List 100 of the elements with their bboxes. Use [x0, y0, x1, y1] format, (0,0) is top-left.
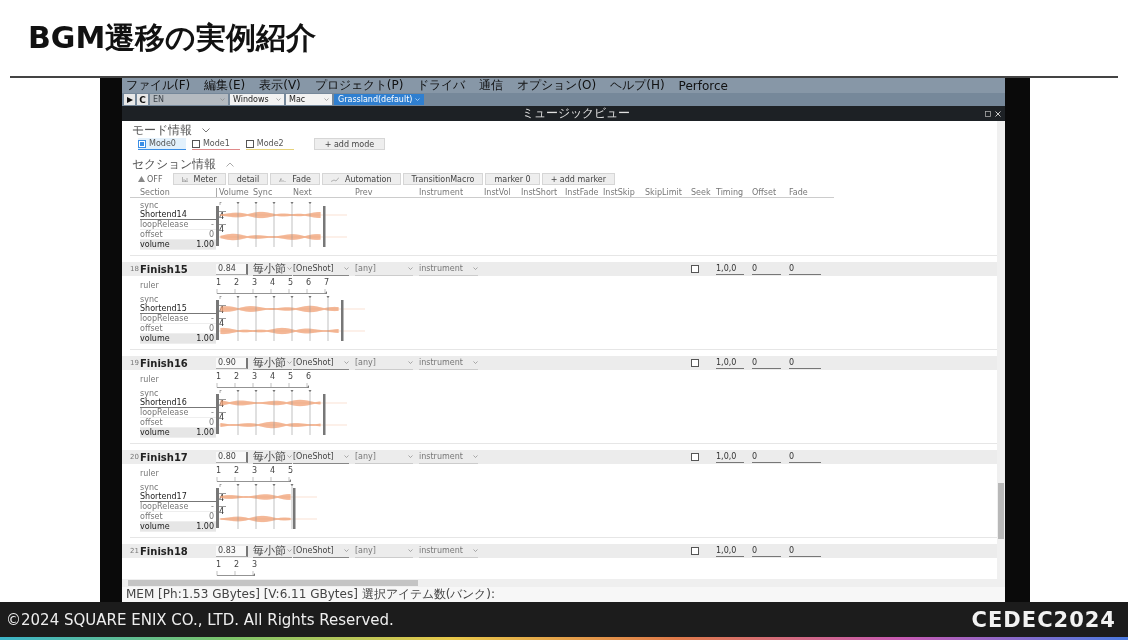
seek-checkbox[interactable] [691, 265, 699, 273]
offset-field[interactable]: 0 [752, 263, 781, 275]
ruler-number: 1 [216, 371, 223, 382]
meter-button[interactable]: Meter [172, 173, 226, 185]
caret-icon [287, 549, 292, 552]
prev-dropdown[interactable]: [any] [355, 262, 413, 276]
next-dropdown[interactable]: [OneShot] [293, 356, 349, 370]
volume-row[interactable]: volume 1.00 [140, 428, 216, 438]
instrument-dropdown[interactable]: instrument [419, 262, 478, 276]
ruler-number: 3 [252, 277, 259, 288]
play-icon [126, 96, 133, 103]
instrument-dropdown[interactable]: instrument [419, 450, 478, 464]
menu-item[interactable]: ドライバ [417, 78, 466, 94]
dropdown[interactable]: Windows [230, 94, 284, 105]
prev-dropdown[interactable]: [any] [355, 450, 413, 464]
menu-item[interactable]: 通信 [479, 78, 504, 94]
start-bar [216, 300, 219, 340]
next-dropdown[interactable]: [OneShot] [293, 544, 349, 558]
prev-dropdown[interactable]: [any] [355, 544, 413, 558]
ruler-number: 3 [252, 371, 259, 382]
prev-dropdown[interactable]: [any] [355, 356, 413, 370]
seek-checkbox[interactable] [691, 547, 699, 555]
checkbox[interactable] [191, 139, 200, 148]
dropdown[interactable]: Mac [286, 94, 332, 105]
automation-button[interactable]: Automation [321, 173, 401, 185]
ruler-number: 4 [270, 371, 277, 382]
menu-item[interactable]: Perforce [678, 78, 728, 93]
menu-item[interactable]: ファイル(F) [126, 78, 191, 94]
horizontal-scrollbar[interactable] [122, 579, 1005, 587]
row-label: ruler [140, 280, 160, 292]
scrollbar-thumb[interactable] [998, 483, 1004, 539]
timing-field[interactable]: 1,0,0 [716, 357, 744, 369]
ruler-number: 4 [270, 465, 277, 476]
caret-icon [287, 455, 292, 458]
toolbar-button[interactable]: detail [227, 173, 269, 185]
menu-item[interactable]: プロジェクト(P) [314, 78, 404, 94]
instrument-dropdown[interactable]: instrument [419, 356, 478, 370]
offset-field[interactable]: 0 [752, 545, 781, 557]
checkbox[interactable] [138, 139, 146, 148]
menu-item[interactable]: 表示(V) [259, 78, 301, 94]
section-name: Finish18 [140, 545, 189, 557]
column-header: InstShort [521, 188, 559, 197]
row-label: sync [140, 295, 159, 304]
menu-item[interactable]: オプション(O) [517, 78, 597, 94]
timing-field[interactable]: 1,0,0 [716, 263, 744, 275]
sync-dropdown[interactable]: 毎小節 [253, 544, 292, 558]
volume-field[interactable]: 0.80 [216, 451, 248, 463]
mode-toggle[interactable]: Mode1 [191, 138, 240, 150]
sync-dropdown[interactable]: 毎小節 [253, 450, 292, 464]
menu-item[interactable]: ヘルプ(H) [610, 78, 665, 94]
time-signature-digit: 4 [219, 318, 226, 328]
scrollbar-thumb[interactable] [128, 580, 418, 586]
row-label: ruler [140, 374, 160, 386]
next-dropdown[interactable]: [OneShot] [293, 450, 349, 464]
row-label: offset [140, 324, 163, 333]
mode-toggle[interactable]: Mode0 [138, 138, 186, 150]
fade-field[interactable]: 0 [789, 451, 821, 463]
toolbar-button[interactable]: TransitionMacro [402, 173, 484, 185]
timing-field[interactable]: 1,0,0 [716, 545, 744, 557]
vertical-scrollbar[interactable] [997, 121, 1005, 579]
fade-field[interactable]: 0 [789, 545, 821, 557]
toolbar-button[interactable]: + add marker [541, 173, 615, 185]
row-label: ruler [140, 468, 160, 480]
volume-field[interactable]: 0.84 [216, 263, 248, 275]
checkbox[interactable] [245, 139, 254, 148]
column-header: Next [293, 188, 313, 197]
fade-field[interactable]: 0 [789, 263, 821, 275]
toolbar-button[interactable]: marker 0 [485, 173, 540, 185]
off-toggle[interactable]: OFF [138, 173, 163, 185]
volume-row[interactable]: volume 1.00 [140, 240, 216, 250]
next-dropdown[interactable]: [OneShot] [293, 262, 349, 276]
play-button[interactable] [124, 94, 135, 105]
instrument-dropdown[interactable]: instrument [419, 544, 478, 558]
timing-field[interactable]: 1,0,0 [716, 451, 744, 463]
offset-field[interactable]: 0 [752, 451, 781, 463]
column-header: Fade [789, 188, 809, 197]
reload-button[interactable]: C [137, 94, 148, 105]
volume-row[interactable]: volume 1.00 [140, 334, 216, 344]
ruler-number: 1 [216, 277, 223, 288]
sync-dropdown[interactable]: 毎小節 [253, 356, 292, 370]
copyright-text: ©2024 SQUARE ENIX CO., LTD. All Rights Reserved. [6, 610, 394, 629]
chevron-up-icon [226, 161, 234, 167]
sync-dropdown[interactable]: 毎小節 [253, 262, 292, 276]
add-mode-button[interactable]: + add mode [313, 138, 386, 150]
volume-row[interactable]: volume 1.00 [140, 522, 216, 532]
seek-checkbox[interactable] [691, 359, 699, 367]
caret-icon [473, 361, 478, 364]
ruler-number: 1 [216, 465, 223, 476]
project-tab[interactable]: Grassland(default) [334, 94, 425, 105]
mode-toggle[interactable]: Mode2 [245, 138, 294, 150]
column-header: Instrument [419, 188, 464, 197]
fade-button[interactable]: Fade [270, 173, 320, 185]
volume-field[interactable]: 0.83 [216, 545, 248, 557]
fade-field[interactable]: 0 [789, 357, 821, 369]
volume-field[interactable]: 0.90 [216, 357, 248, 369]
row-value: 0 [208, 512, 214, 521]
menu-item[interactable]: 編集(E) [204, 78, 246, 94]
seek-checkbox[interactable] [691, 453, 699, 461]
line-graph-icon [330, 176, 339, 182]
offset-field[interactable]: 0 [752, 357, 781, 369]
